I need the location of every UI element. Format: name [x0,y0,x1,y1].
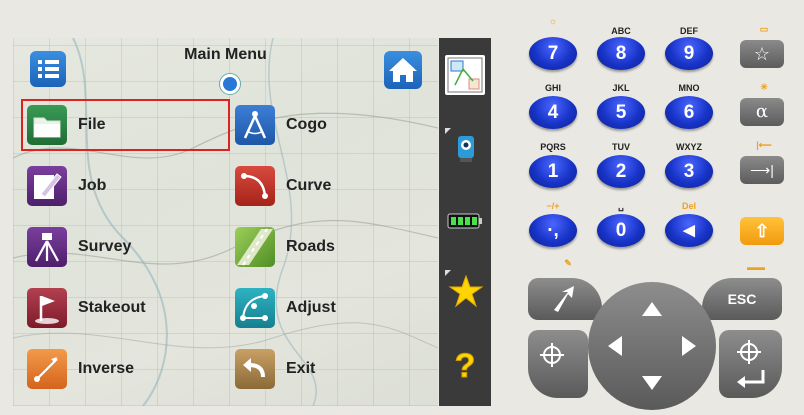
key-backspace[interactable]: ◀ [665,214,713,247]
enter-key[interactable] [719,330,782,398]
job-icon [27,166,67,206]
key-0[interactable]: 0 [597,214,645,247]
menu-item-label: Job [78,177,107,194]
battery-icon [447,213,482,229]
menu-item-label: Survey [78,238,132,255]
device-body: Main Menu File Cogo Job Curve Survey Roa… [0,0,804,415]
svg-text:?: ? [455,347,476,384]
space-label: ␣ [618,201,624,211]
dpad-arrows-icon [608,302,696,390]
key-5[interactable]: 5 [597,96,645,129]
backlight-label-icon: ▭ [759,24,769,34]
key-7[interactable]: 7 [529,37,577,70]
key-8[interactable]: 8 [597,37,645,70]
key-2-letters: TUV [612,142,630,152]
adjust-icon [235,288,275,328]
key-6[interactable]: 6 [665,96,713,129]
key-1-letters: PQRS [540,142,566,152]
crosshair-icon [540,343,564,367]
status-sidebar: ? [439,38,491,406]
key-3[interactable]: 3 [665,155,713,188]
shift-key[interactable]: ⇧ [740,217,784,245]
key-5-letters: JKL [612,83,630,93]
curve-icon [235,166,275,206]
inverse-icon [27,349,67,389]
battery-indicator [445,201,485,241]
menu-item-cogo[interactable]: Cogo [231,101,431,149]
menu-item-exit[interactable]: Exit [231,345,431,393]
menu-item-job[interactable]: Job [23,162,223,210]
location-marker-icon [220,74,240,94]
direction-pad[interactable] [588,282,716,410]
light-label-icon: ☀ [759,82,769,92]
key-4-letters: GHI [544,83,561,93]
menu-item-label: File [78,116,106,133]
key-4[interactable]: 4 [529,96,577,129]
compass-icon [235,105,275,145]
tripod-icon [27,227,67,267]
menu-item-label: Exit [286,360,316,377]
home-icon [389,58,417,82]
menu-item-curve[interactable]: Curve [231,162,431,210]
key-1[interactable]: 1 [529,155,577,188]
home-button[interactable] [384,51,422,89]
alpha-key[interactable]: α [740,98,784,126]
favorites-button[interactable] [445,270,485,310]
flag-icon [27,288,67,328]
menu-item-label: Curve [286,177,332,194]
key-2[interactable]: 2 [597,155,645,188]
favorite-key[interactable]: ☆ [740,40,784,68]
del-label: Del [681,201,696,211]
hardware-keypad: ☼ ABC DEF 7 8 9 ▭ ☆ GHI JKL MNO 4 5 6 ☀ … [510,16,800,411]
help-icon: ? [454,347,476,386]
key-9-letters: DEF [680,26,698,36]
menu-item-label: Cogo [286,116,327,133]
folder-icon [27,105,67,145]
menu-item-label: Adjust [286,299,336,316]
pen-label-icon: ✎ [564,258,572,268]
key-7-alt-label: ☼ [548,16,558,26]
home-arrow-label-icon: |⟵ [756,140,772,150]
exit-icon [235,349,275,389]
tab-key[interactable]: ⟶| [740,156,784,184]
menu-item-stakeout[interactable]: Stakeout [23,284,223,332]
sign-label: −/+ [546,201,560,211]
menu-item-label: Inverse [78,360,135,377]
help-button[interactable]: ? [445,344,485,386]
key-6-letters: MNO [678,83,700,93]
map-view-icon [447,57,483,93]
road-icon [235,227,275,267]
key-3-letters: WXYZ [676,142,702,152]
star-icon [445,270,484,308]
esc-label-icon: ▬▬ [747,262,765,272]
total-station-icon [445,128,474,162]
menu-item-inverse[interactable]: Inverse [23,345,223,393]
enter-icon [737,340,765,388]
menu-item-label: Stakeout [78,299,146,316]
page-title: Main Menu [184,46,267,63]
map-view-button[interactable] [445,55,485,95]
instrument-button[interactable] [445,128,485,168]
key-8-letters: ABC [611,26,631,36]
menu-item-file[interactable]: File [21,99,230,151]
menu-item-survey[interactable]: Survey [23,223,223,271]
key-9[interactable]: 9 [665,37,713,70]
main-menu-screen: Main Menu File Cogo Job Curve Survey Roa… [13,38,438,406]
crosshair-left-key[interactable] [528,330,588,398]
key-decimal[interactable]: ·, [529,214,577,247]
menu-item-adjust[interactable]: Adjust [231,284,431,332]
menu-item-roads[interactable]: Roads [231,223,431,271]
menu-item-label: Roads [286,238,335,255]
